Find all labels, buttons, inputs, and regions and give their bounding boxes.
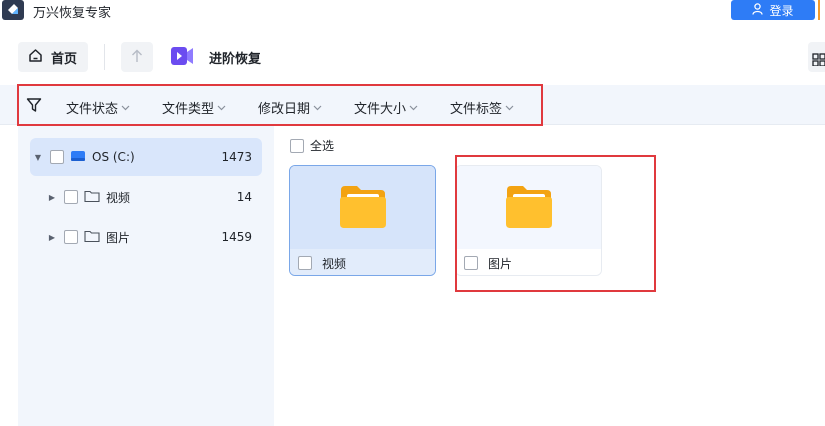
caret-right-icon[interactable]: ▶ (44, 193, 60, 202)
tree-item-videos[interactable]: ▶ 视频 14 (30, 178, 262, 216)
caret-down-icon[interactable]: ▼ (30, 153, 46, 162)
nav-divider (104, 44, 105, 70)
tree-item-count: 1473 (221, 150, 252, 164)
tree-item-pictures[interactable]: ▶ 图片 1459 (30, 218, 262, 256)
login-button[interactable]: 登录 (731, 0, 815, 20)
tree-item-drive[interactable]: ▼ OS (C:) 1473 (30, 138, 262, 176)
folder-outline-icon (84, 189, 100, 206)
tree-item-count: 1459 (221, 230, 252, 244)
tree-item-label: OS (C:) (92, 150, 135, 164)
card-footer: 视频 (290, 249, 435, 275)
select-all[interactable]: 全选 (290, 137, 334, 154)
checkbox[interactable] (64, 230, 78, 244)
tree-item-label: 视频 (106, 190, 131, 205)
highlight-box-pictures-card (455, 155, 656, 292)
go-up-button[interactable] (121, 42, 153, 72)
home-icon (28, 48, 43, 67)
window-edge-decoration (818, 0, 825, 20)
checkbox[interactable] (50, 150, 64, 164)
card-thumbnail (290, 166, 435, 249)
home-button[interactable]: 首页 (18, 42, 88, 72)
folder-name: 视频 (322, 256, 347, 271)
tree-item-label: 图片 (106, 230, 131, 245)
page-title: 进阶恢复 (209, 52, 262, 67)
app-logo-icon (2, 0, 24, 20)
drive-icon (70, 149, 86, 166)
home-label: 首页 (51, 51, 78, 67)
select-all-label: 全选 (310, 139, 335, 153)
arrow-up-icon (131, 48, 143, 67)
folder-card-videos[interactable]: 视频 (289, 165, 436, 276)
caret-right-icon[interactable]: ▶ (44, 233, 60, 242)
video-camera-icon (170, 45, 194, 67)
user-icon (752, 2, 764, 18)
app-title: 万兴恢复专家 (33, 6, 112, 21)
view-toggle-button[interactable] (808, 42, 825, 72)
highlight-box-filters (17, 84, 543, 126)
checkbox[interactable] (298, 256, 312, 270)
checkbox[interactable] (64, 190, 78, 204)
grid-icon (812, 51, 825, 70)
folder-outline-icon (84, 229, 100, 246)
login-label: 登录 (769, 3, 794, 18)
folder-icon (338, 182, 388, 234)
tree-item-count: 14 (236, 190, 252, 204)
select-all-checkbox[interactable] (290, 138, 304, 153)
